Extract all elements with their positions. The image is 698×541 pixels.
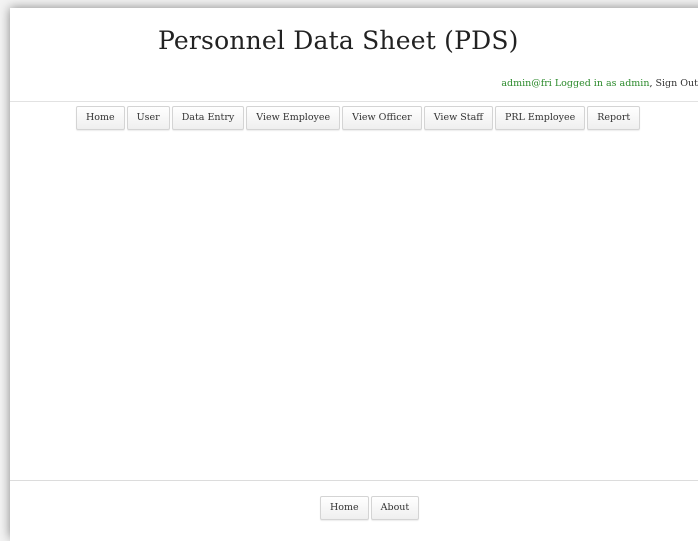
page-title: Personnel Data Sheet (PDS) bbox=[158, 26, 519, 55]
login-status: admin@fri Logged in as admin, Sign Out bbox=[501, 78, 698, 89]
sign-out-link[interactable]: Sign Out bbox=[656, 78, 698, 89]
login-separator: , bbox=[649, 78, 652, 89]
app-window: Personnel Data Sheet (PDS) admin@fri Log… bbox=[10, 8, 698, 538]
main-content bbox=[10, 134, 698, 488]
login-status-text: Logged in as admin bbox=[555, 78, 650, 89]
nav-prl-employee-button[interactable]: PRL Employee bbox=[495, 106, 585, 130]
navbar: Home User Data Entry View Employee View … bbox=[10, 101, 698, 135]
footer-about-button[interactable]: About bbox=[371, 496, 420, 520]
header: Personnel Data Sheet (PDS) admin@fri Log… bbox=[10, 8, 698, 101]
nav-view-staff-button[interactable]: View Staff bbox=[424, 106, 493, 130]
footer-menu: Home About bbox=[320, 496, 419, 520]
nav-view-employee-button[interactable]: View Employee bbox=[246, 106, 340, 130]
nav-user-button[interactable]: User bbox=[127, 106, 170, 130]
footer: Home About bbox=[10, 480, 698, 541]
nav-home-button[interactable]: Home bbox=[76, 106, 125, 130]
nav-data-entry-button[interactable]: Data Entry bbox=[172, 106, 245, 130]
nav-view-officer-button[interactable]: View Officer bbox=[342, 106, 422, 130]
nav-menu: Home User Data Entry View Employee View … bbox=[76, 106, 640, 130]
login-user: admin@fri bbox=[501, 78, 552, 89]
nav-report-button[interactable]: Report bbox=[587, 106, 640, 130]
footer-home-button[interactable]: Home bbox=[320, 496, 369, 520]
